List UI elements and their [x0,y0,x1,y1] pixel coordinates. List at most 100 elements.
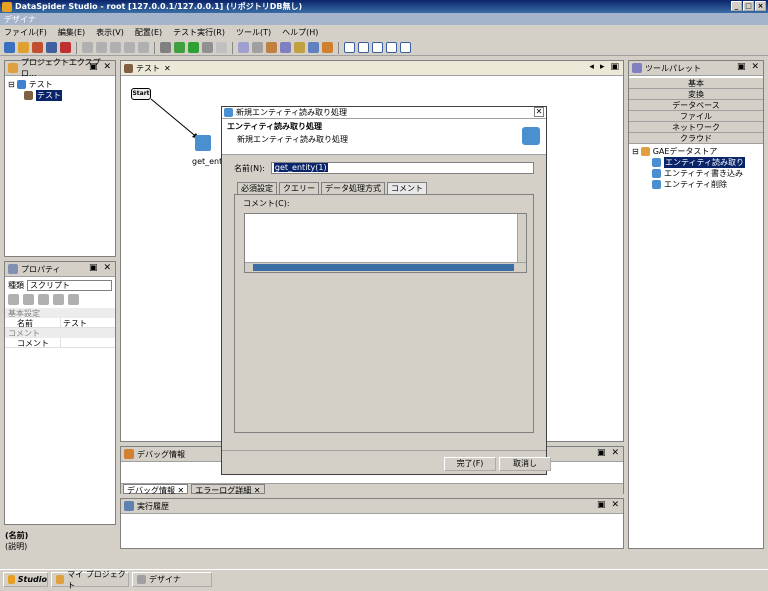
palette-category-network[interactable]: ネットワーク [629,122,763,133]
filter-icon[interactable] [38,294,49,305]
tab-content: コメント(C): [234,194,534,433]
properties-header: プロパティ ▣ ✕ [5,262,115,277]
menu-layout[interactable]: 配置(E) [135,27,162,38]
cut-icon[interactable] [110,42,121,53]
component-icon[interactable] [266,42,277,53]
project-explorer-header: プロジェクトエクスプロ... ▣ ✕ [5,58,115,78]
menu-test-run[interactable]: テスト実行(R) [173,27,225,38]
stop-icon[interactable] [60,42,71,53]
comment-textarea[interactable] [244,213,527,273]
variable-icon[interactable] [294,42,305,53]
maximize-view-icon[interactable]: ▣ [737,62,746,72]
maximize-button[interactable]: □ [743,1,754,11]
bug-icon[interactable] [322,42,333,53]
layout-icon[interactable] [400,42,411,53]
debug-icon[interactable] [174,42,185,53]
entity-delete-icon [652,180,661,189]
close-view-icon[interactable]: ✕ [611,448,619,458]
palette-category-cloud[interactable]: クラウド [629,133,763,144]
app-icon [2,1,12,12]
close-button[interactable]: × [755,1,766,11]
redo-icon[interactable] [96,42,107,53]
layout-icon[interactable] [386,42,397,53]
entity-component-icon[interactable] [195,135,211,151]
tab-comment[interactable]: コメント [387,182,427,194]
entity-write-icon [652,169,661,178]
tab-data-processing[interactable]: データ処理方式 [321,182,385,194]
studio-button[interactable]: Studio [3,572,48,587]
paste-icon[interactable] [138,42,149,53]
palette-category-database[interactable]: データベース [629,100,763,111]
property-icon[interactable] [280,42,291,53]
layout-icon[interactable] [358,42,369,53]
link-icon[interactable] [160,42,171,53]
copy-icon[interactable] [124,42,135,53]
collapse-icon[interactable]: ⊟ [8,80,15,89]
tree-item-project[interactable]: ⊟ テスト [8,79,112,90]
horizontal-scrollbar[interactable] [245,262,526,272]
palette-group-gae[interactable]: ⊟ GAEデータストア [632,146,760,157]
step-icon[interactable] [216,42,227,53]
palette-item-delete[interactable]: エンティティ削除 [632,179,760,190]
folder-icon [640,147,650,156]
maximize-view-icon[interactable]: ▣ [610,62,619,72]
vertical-scrollbar[interactable] [517,214,526,262]
minimize-button[interactable]: _ [731,1,742,11]
palette-item-delete-label: エンティティ削除 [664,180,728,189]
finish-button[interactable]: 完了(F) [444,457,496,471]
tab-debug-info[interactable]: デバッグ情報 ✕ [123,484,189,495]
palette-item-write[interactable]: エンティティ書き込み [632,168,760,179]
run-icon[interactable] [188,42,199,53]
maximize-view-icon[interactable]: ▣ [597,448,606,458]
name-input[interactable]: get_entity(1) [270,162,534,174]
save-icon[interactable] [46,42,57,53]
palette-category-basic[interactable]: 基本 [629,78,763,89]
close-view-icon[interactable]: ✕ [611,500,619,510]
scrollbar-thumb[interactable] [253,264,514,271]
stop-run-icon[interactable] [202,42,213,53]
tab-required-settings[interactable]: 必須設定 [237,182,277,194]
tool-icon[interactable] [32,42,43,53]
tab-query[interactable]: クエリー [279,182,319,194]
settings-icon[interactable] [308,42,319,53]
open-icon[interactable] [18,42,29,53]
undo-icon[interactable] [82,42,93,53]
cancel-button[interactable]: 取消し [499,457,551,471]
menu-tools[interactable]: ツール(T) [236,27,271,38]
close-view-icon[interactable]: ✕ [103,263,111,273]
tab-error-log[interactable]: エラーログ詳細 ✕ [191,484,265,495]
menu-help[interactable]: ヘルプ(H) [282,27,318,38]
category-sort-icon[interactable] [8,294,19,305]
collapse-icon[interactable]: ⊟ [632,147,639,156]
tab-left-icon[interactable]: ◂ [589,62,594,72]
footer-name: (名前) [5,531,29,540]
maximize-view-icon[interactable]: ▣ [89,263,98,273]
maximize-view-icon[interactable]: ▣ [89,62,98,72]
close-view-icon[interactable]: ✕ [103,62,111,72]
layout-icon[interactable] [344,42,355,53]
document-icon[interactable] [238,42,249,53]
property-row-comment[interactable]: コメント [5,338,115,348]
alpha-sort-icon[interactable] [23,294,34,305]
maximize-view-icon[interactable]: ▣ [597,500,606,510]
tab-right-icon[interactable]: ▸ [600,62,605,72]
expand-all-icon[interactable] [53,294,64,305]
close-view-icon[interactable]: ✕ [751,62,759,72]
dialog-close-button[interactable]: ✕ [534,107,544,117]
menu-file[interactable]: ファイル(F) [4,27,47,38]
designer-button[interactable]: デザイナ [132,572,212,587]
layout-icon[interactable] [372,42,383,53]
tree-item-script[interactable]: テスト [8,90,112,101]
menu-view[interactable]: 表示(V) [96,27,124,38]
palette-item-write-label: エンティティ書き込み [664,169,744,178]
palette-category-convert[interactable]: 変換 [629,89,763,100]
palette-item-read[interactable]: エンティティ読み取り [632,157,760,168]
edit-icon[interactable] [252,42,263,53]
palette-category-file[interactable]: ファイル [629,111,763,122]
new-icon[interactable] [4,42,15,53]
property-row-name[interactable]: 名前 テスト [5,318,115,328]
comment-label: コメント(C): [243,199,290,208]
my-project-button[interactable]: マイ プロジェクト [51,570,129,590]
collapse-all-icon[interactable] [68,294,79,305]
menu-edit[interactable]: 編集(E) [58,27,85,38]
